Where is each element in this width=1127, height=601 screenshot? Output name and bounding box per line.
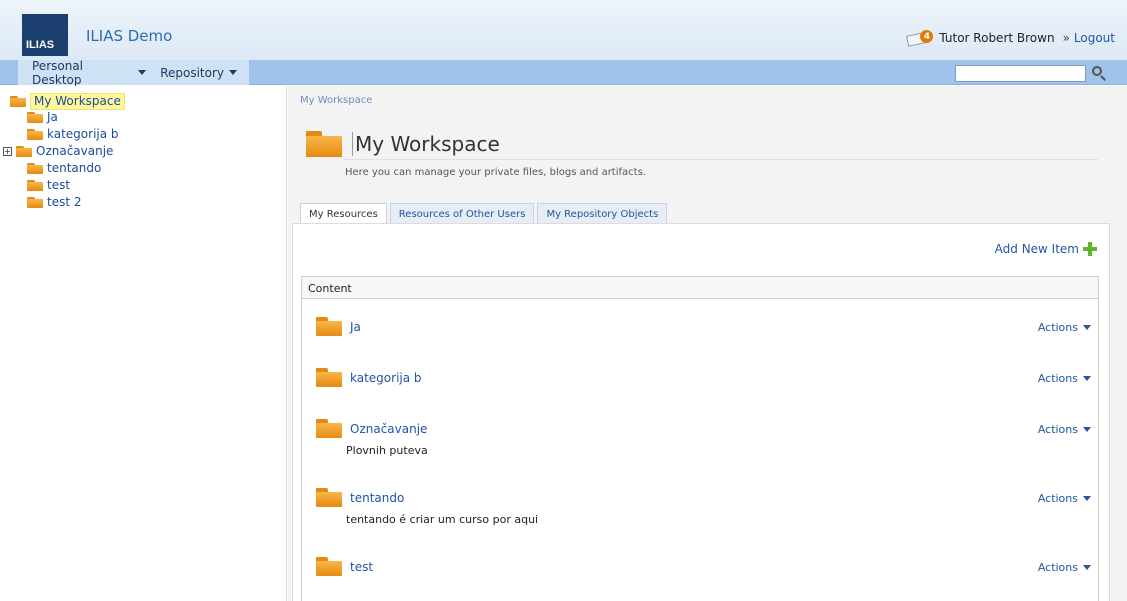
chevron-down-icon bbox=[1083, 496, 1091, 501]
item-title-link[interactable]: Označavanje bbox=[350, 422, 427, 436]
folder-icon bbox=[27, 163, 43, 174]
actions-dropdown[interactable]: Actions bbox=[1038, 372, 1091, 385]
item-title-link[interactable]: Ja bbox=[350, 320, 361, 334]
item-description: Plovnih puteva bbox=[346, 444, 428, 457]
add-new-item-button[interactable]: Add New Item bbox=[995, 242, 1097, 256]
folder-icon bbox=[316, 557, 342, 576]
item-title-link[interactable]: kategorija b bbox=[350, 371, 422, 385]
tree-item-label: test 2 bbox=[47, 195, 82, 209]
menu-personal-desktop-label: Personal Desktop bbox=[32, 58, 84, 87]
tree-item[interactable]: Ja bbox=[27, 110, 58, 125]
tree-item[interactable]: test bbox=[27, 178, 70, 193]
expand-icon[interactable]: + bbox=[3, 147, 12, 156]
tree-item-label: kategorija b bbox=[47, 127, 119, 141]
user-separator: » bbox=[1062, 31, 1070, 45]
folder-icon bbox=[306, 131, 342, 157]
main-menu: Personal Desktop Repository bbox=[18, 59, 249, 87]
search-button[interactable] bbox=[1088, 63, 1110, 83]
folder-icon bbox=[27, 197, 43, 208]
tab-my-resources[interactable]: My Resources bbox=[300, 203, 387, 225]
tree-item[interactable]: tentando bbox=[27, 161, 101, 176]
menu-repository[interactable]: Repository bbox=[158, 66, 249, 80]
chevron-down-icon bbox=[1083, 427, 1091, 432]
page-title: My Workspace bbox=[352, 132, 500, 156]
folder-icon bbox=[10, 96, 26, 107]
folder-icon bbox=[316, 317, 342, 336]
actions-label: Actions bbox=[1037, 423, 1078, 436]
item-title-link[interactable]: test bbox=[350, 560, 373, 574]
ilias-logo[interactable]: ILIAS bbox=[22, 14, 68, 56]
tree-item[interactable]: test 2 bbox=[27, 195, 82, 210]
menu-personal-desktop[interactable]: Personal Desktop bbox=[18, 59, 158, 87]
search-input[interactable] bbox=[955, 65, 1086, 82]
actions-dropdown[interactable]: Actions bbox=[1038, 492, 1091, 505]
tree-item-label: Ja bbox=[47, 110, 58, 124]
tree-item[interactable]: + Označavanje bbox=[3, 144, 113, 159]
folder-icon bbox=[316, 368, 342, 387]
tree-root[interactable]: My Workspace bbox=[10, 93, 125, 110]
folder-icon bbox=[27, 112, 43, 123]
actions-dropdown[interactable]: Actions bbox=[1038, 423, 1091, 436]
tab-resources-of-other-users[interactable]: Resources of Other Users bbox=[389, 203, 535, 224]
logo-text: ILIAS bbox=[26, 39, 55, 51]
tree-item-label: Označavanje bbox=[36, 144, 114, 158]
folder-icon bbox=[316, 488, 342, 507]
content-list: Content Ja Actions kategorija b Actions bbox=[301, 276, 1099, 601]
main-content: My Workspace My Workspace Here you can m… bbox=[288, 86, 1127, 601]
list-item: Označavanje Plovnih puteva Actions bbox=[316, 419, 1091, 457]
resources-panel: Add New Item Content Ja Actions kategori… bbox=[292, 223, 1110, 601]
tree-item-label: test bbox=[47, 178, 71, 192]
actions-label: Actions bbox=[1037, 372, 1078, 385]
explorer-tree: My Workspace Ja kategorija b + Označavan… bbox=[0, 86, 287, 601]
list-item: tentando tentando é criar um curso por a… bbox=[316, 488, 1091, 526]
folder-icon bbox=[316, 419, 342, 438]
chevron-down-icon bbox=[138, 70, 147, 75]
add-new-item-label: Add New Item bbox=[994, 242, 1079, 256]
chevron-down-icon bbox=[229, 70, 237, 75]
folder-icon bbox=[27, 180, 43, 191]
actions-label: Actions bbox=[1037, 321, 1078, 334]
logout-link[interactable]: Logout bbox=[1074, 31, 1115, 45]
item-title-link[interactable]: tentando bbox=[350, 491, 404, 505]
tree-item-label: tentando bbox=[47, 161, 102, 175]
breadcrumb[interactable]: My Workspace bbox=[300, 95, 372, 106]
plus-icon bbox=[1083, 242, 1097, 256]
folder-icon bbox=[27, 129, 43, 140]
chevron-down-icon bbox=[1083, 325, 1091, 330]
header: ILIAS ILIAS Demo 4 Tutor Robert Brown » … bbox=[0, 0, 1127, 60]
tabs: My Resources Resources of Other Users My… bbox=[300, 203, 668, 225]
search-icon bbox=[1092, 66, 1106, 81]
actions-dropdown[interactable]: Actions bbox=[1038, 321, 1091, 334]
content-header: Content bbox=[302, 277, 1098, 299]
user-name: Tutor Robert Brown bbox=[939, 31, 1055, 45]
actions-label: Actions bbox=[1037, 492, 1078, 505]
tree-item[interactable]: kategorija b bbox=[27, 127, 119, 142]
notification-badge: 4 bbox=[920, 30, 934, 43]
title-divider bbox=[344, 159, 1098, 160]
list-item: Ja Actions bbox=[316, 317, 1091, 336]
tab-my-repository-objects[interactable]: My Repository Objects bbox=[537, 203, 668, 224]
list-item: test Actions bbox=[316, 557, 1091, 576]
page-description: Here you can manage your private files, … bbox=[345, 167, 646, 178]
chevron-down-icon bbox=[1083, 565, 1091, 570]
actions-dropdown[interactable]: Actions bbox=[1038, 561, 1091, 574]
actions-label: Actions bbox=[1037, 561, 1078, 574]
page-header: My Workspace bbox=[306, 131, 500, 157]
item-description: tentando é criar um curso por aqui bbox=[346, 513, 539, 526]
chevron-down-icon bbox=[1083, 376, 1091, 381]
user-area: 4 Tutor Robert Brown » Logout bbox=[906, 30, 1115, 47]
app-title[interactable]: ILIAS Demo bbox=[86, 27, 172, 45]
menu-repository-label: Repository bbox=[160, 65, 224, 80]
list-item: kategorija b Actions bbox=[316, 368, 1091, 387]
folder-icon bbox=[16, 146, 32, 157]
tree-root-label: My Workspace bbox=[30, 93, 125, 110]
notifications-icon[interactable]: 4 bbox=[906, 30, 934, 47]
